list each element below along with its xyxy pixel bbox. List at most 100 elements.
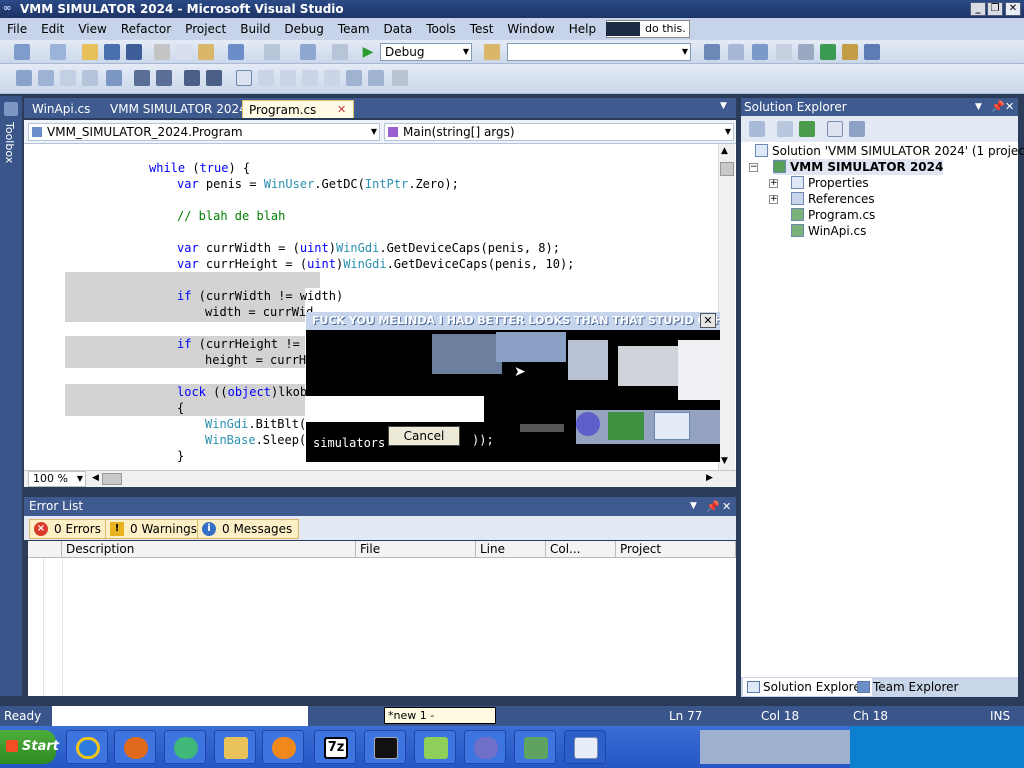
taskbar-notepad-plus-plus[interactable] xyxy=(414,730,456,764)
next-in-document-icon[interactable] xyxy=(368,70,384,86)
properties-icon[interactable] xyxy=(728,44,744,60)
tab-team-explorer[interactable]: Team Explorer xyxy=(853,678,959,696)
start-debugging-icon[interactable]: ▶ xyxy=(360,44,376,60)
refresh-icon[interactable] xyxy=(799,121,815,137)
solution-configuration-combo[interactable]: Debug ▼ xyxy=(380,43,472,61)
toggle-bookmark-icon[interactable] xyxy=(106,70,122,86)
find-in-files-icon[interactable] xyxy=(484,44,500,60)
tree-project[interactable]: VMM SIMULATOR 2024 xyxy=(773,159,944,175)
display-quick-info-icon[interactable] xyxy=(60,70,76,86)
messages-filter-button[interactable]: i 0 Messages xyxy=(197,519,300,539)
scroll-thumb[interactable] xyxy=(720,162,734,176)
warnings-filter-button[interactable]: ! 0 Warnings xyxy=(105,519,205,539)
expand-icon[interactable]: + xyxy=(769,179,778,188)
paste-icon[interactable] xyxy=(198,44,214,60)
close-panel-icon[interactable]: ✕ xyxy=(722,497,731,516)
prev-in-document-icon[interactable] xyxy=(346,70,362,86)
menu-view[interactable]: View xyxy=(71,18,113,40)
close-panel-icon[interactable]: ✕ xyxy=(1005,98,1014,116)
properties-icon[interactable] xyxy=(749,121,765,137)
menu-tools[interactable]: Tools xyxy=(419,18,463,40)
taskbar-chat-app[interactable] xyxy=(164,730,206,764)
tree-item-references[interactable]: References xyxy=(791,191,875,207)
tab-winapi-cs[interactable]: WinApi.cs xyxy=(26,100,96,118)
increase-indent-icon[interactable] xyxy=(156,70,172,86)
save-icon[interactable] xyxy=(104,44,120,60)
scroll-left-icon[interactable]: ◀ xyxy=(92,473,99,483)
column-file[interactable]: File xyxy=(356,541,476,558)
zoom-combo[interactable]: 100 % ▼ xyxy=(28,471,86,487)
scroll-up-icon[interactable]: ▲ xyxy=(721,146,728,156)
tools-icon[interactable] xyxy=(798,44,814,60)
previous-bookmark-icon[interactable] xyxy=(258,70,274,86)
open-file-icon[interactable] xyxy=(82,44,98,60)
menu-refactor[interactable]: Refactor xyxy=(114,18,178,40)
menu-build[interactable]: Build xyxy=(233,18,277,40)
column-description[interactable]: Description xyxy=(62,541,356,558)
display-parameter-info-icon[interactable] xyxy=(38,70,54,86)
types-combo[interactable]: VMM_SIMULATOR_2024.Program ▼ xyxy=(28,123,380,141)
menu-file[interactable]: File xyxy=(0,18,34,40)
horizontal-scroll-thumb[interactable] xyxy=(102,473,122,485)
start-button[interactable]: Start xyxy=(0,730,59,764)
menu-test[interactable]: Test xyxy=(463,18,501,40)
save-all-icon[interactable] xyxy=(126,44,142,60)
cut-icon[interactable] xyxy=(154,44,170,60)
members-combo[interactable]: Main(string[] args) ▼ xyxy=(384,123,734,141)
scroll-right-icon[interactable]: ▶ xyxy=(706,473,713,483)
taskbar-visual-studio[interactable] xyxy=(464,730,506,764)
uncomment-icon[interactable] xyxy=(206,70,222,86)
cancel-button[interactable]: Cancel xyxy=(388,426,460,446)
window-icon[interactable] xyxy=(864,44,880,60)
collapse-icon[interactable]: − xyxy=(749,163,758,172)
title-bar[interactable]: ∞ VMM SIMULATOR 2024 - Microsoft Visual … xyxy=(0,0,1024,18)
menu-data[interactable]: Data xyxy=(377,18,420,40)
close-button[interactable]: ✕ xyxy=(1005,2,1021,16)
auto-hide-pin-icon[interactable]: 📌 xyxy=(991,98,1005,116)
tab-program-cs[interactable]: Program.cs ✕ xyxy=(242,100,354,118)
add-item-icon[interactable] xyxy=(50,44,66,60)
maximize-button[interactable]: ❐ xyxy=(987,2,1003,16)
dialog-close-button[interactable]: ✕ xyxy=(700,313,716,328)
redo-icon[interactable] xyxy=(264,44,280,60)
tree-item-winapi-cs[interactable]: WinApi.cs xyxy=(791,223,866,239)
menu-debug[interactable]: Debug xyxy=(277,18,330,40)
menu-window[interactable]: Window xyxy=(500,18,561,40)
tab-vmm-simulator-2024[interactable]: VMM SIMULATOR 2024 xyxy=(104,100,253,118)
active-files-dropdown-icon[interactable]: ▼ xyxy=(720,101,727,111)
toolbox-strip[interactable]: Toolbox xyxy=(0,96,22,696)
minimize-button[interactable]: _ xyxy=(970,2,986,16)
view-code-icon[interactable] xyxy=(827,121,843,137)
auto-hide-pin-icon[interactable]: 📌 xyxy=(706,497,720,516)
start-page-icon[interactable] xyxy=(820,44,836,60)
close-tab-icon[interactable]: ✕ xyxy=(337,101,346,119)
copy-icon[interactable] xyxy=(176,44,192,60)
decrease-indent-icon[interactable] xyxy=(134,70,150,86)
clear-bookmarks-icon[interactable] xyxy=(392,70,408,86)
tree-item-properties[interactable]: Properties xyxy=(791,175,869,191)
next-in-folder-icon[interactable] xyxy=(324,70,340,86)
taskbar-window[interactable] xyxy=(564,730,606,764)
taskbar-command-prompt[interactable] xyxy=(364,730,406,764)
comment-out-icon[interactable] xyxy=(184,70,200,86)
menu-team[interactable]: Team xyxy=(331,18,377,40)
display-object-member-list-icon[interactable] xyxy=(16,70,32,86)
tree-solution[interactable]: Solution 'VMM SIMULATOR 2024' (1 project… xyxy=(755,143,1024,159)
navigate-forward-icon[interactable] xyxy=(332,44,348,60)
extension-manager-icon[interactable] xyxy=(842,44,858,60)
taskbar-internet-explorer[interactable] xyxy=(66,730,108,764)
next-bookmark-icon[interactable] xyxy=(280,70,296,86)
complete-word-icon[interactable] xyxy=(82,70,98,86)
window-position-icon[interactable]: ▼ xyxy=(975,98,982,116)
window-position-icon[interactable]: ▼ xyxy=(690,497,697,516)
column-col[interactable]: Col... xyxy=(546,541,616,558)
new-project-icon[interactable] xyxy=(14,44,30,60)
taskbar-media-player[interactable] xyxy=(262,730,304,764)
bookmark-window-icon[interactable] xyxy=(236,70,252,86)
menu-project[interactable]: Project xyxy=(178,18,233,40)
errors-filter-button[interactable]: × 0 Errors xyxy=(29,519,108,539)
prev-in-folder-icon[interactable] xyxy=(302,70,318,86)
object-browser-icon[interactable] xyxy=(752,44,768,60)
expand-icon[interactable]: + xyxy=(769,195,778,204)
tree-item-program-cs[interactable]: Program.cs xyxy=(791,207,875,223)
